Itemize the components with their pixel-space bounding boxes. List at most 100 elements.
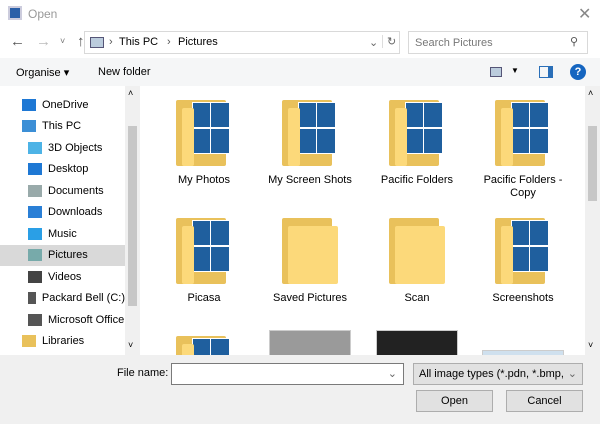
search-placeholder: Search Pictures — [415, 37, 493, 49]
sidebar-item-label: Downloads — [48, 206, 103, 218]
sidebar-item-label: Pictures — [48, 249, 88, 261]
folder-icon — [22, 335, 36, 347]
image-thumbnail — [376, 330, 458, 355]
folder-item[interactable]: Screenshots — [471, 212, 575, 305]
folder-item[interactable]: Picasa — [152, 212, 256, 305]
music-icon — [28, 227, 42, 240]
scrollbar-thumb[interactable] — [128, 126, 137, 306]
item-label: My Screen Shots — [268, 174, 352, 186]
address-bar[interactable]: › This PC › Pictures ⌄ ↻ — [84, 31, 400, 54]
navigation-pane: OneDrive This PC 3D Objects Desktop Document… — [0, 86, 140, 355]
folder-item[interactable]: Scan — [365, 212, 469, 305]
desktop-icon — [28, 163, 42, 175]
sidebar-item[interactable]: Pictures — [0, 244, 125, 266]
file-list: My Photos My Screen Shots Pacific Folders P… — [140, 86, 585, 355]
cloud-icon — [22, 98, 36, 111]
sidebar-scrollbar[interactable]: ˄ ˅ — [125, 86, 140, 355]
search-icon[interactable]: ⚲ — [570, 35, 578, 48]
drive-icon — [28, 292, 36, 304]
back-icon[interactable]: ← — [10, 33, 25, 50]
item-label: Screenshots — [492, 292, 554, 304]
scrollbar-thumb[interactable] — [588, 126, 597, 201]
cancel-button[interactable]: Cancel — [506, 390, 583, 412]
organise-button[interactable]: Organise ▾ — [16, 66, 69, 79]
pictures-icon — [90, 37, 104, 48]
sidebar-item-label: Documents — [48, 184, 104, 197]
file-name-input[interactable]: ⌄ — [171, 363, 404, 385]
folder-item[interactable]: Pacific Folders — [365, 94, 469, 187]
refresh-icon[interactable]: ↻ — [382, 35, 396, 48]
sidebar-item-label: Videos — [48, 270, 82, 283]
folder-icon — [174, 330, 234, 355]
main-scrollbar[interactable]: ˄ ˅ — [585, 86, 600, 355]
chevron-down-icon[interactable]: ⌄ — [388, 367, 397, 380]
sidebar-item[interactable]: 3D Objects — [0, 137, 125, 158]
open-button[interactable]: Open — [416, 390, 493, 412]
file-name-label: File name: — [117, 367, 169, 379]
sidebar-item-label: Libraries — [42, 335, 85, 347]
sidebar-item[interactable]: Packard Bell (C:) — [0, 288, 125, 309]
folder-icon — [387, 94, 447, 166]
folder-item[interactable]: My Photos — [152, 94, 256, 187]
drive-icon — [28, 313, 42, 326]
window-title: Open — [28, 7, 58, 21]
toolbar: Organise ▾ New folder ▼ ? — [0, 58, 600, 86]
scroll-down-icon[interactable]: ˅ — [588, 340, 593, 350]
folder-icon — [387, 212, 447, 284]
sidebar-item[interactable]: Documents — [0, 180, 125, 201]
folder-item[interactable] — [152, 330, 256, 355]
footer: File name: ⌄ All image types (*.pdn, *.b… — [0, 355, 600, 424]
folder-icon — [174, 94, 234, 166]
sidebar-item[interactable]: Music — [0, 223, 125, 244]
item-label: Saved Pictures — [273, 292, 347, 304]
breadcrumb-pictures[interactable]: Pictures — [178, 36, 218, 48]
image-item[interactable] — [258, 330, 362, 355]
sidebar-item[interactable]: This PC — [0, 116, 125, 137]
document-icon — [28, 184, 42, 197]
item-label: Pacific Folders — [380, 174, 454, 186]
videos-icon — [28, 270, 42, 283]
folder-icon — [280, 94, 340, 166]
image-item[interactable] — [365, 330, 469, 355]
sidebar-item[interactable]: OneDrive — [0, 94, 125, 115]
scroll-up-icon[interactable]: ˄ — [588, 88, 593, 98]
image-item[interactable] — [471, 330, 575, 355]
folder-item[interactable]: Saved Pictures — [258, 212, 362, 305]
scroll-down-icon[interactable]: ˅ — [128, 340, 133, 350]
file-type-value: All image types (*.pdn, *.bmp, * — [419, 368, 564, 380]
folder-icon — [493, 212, 553, 284]
help-icon[interactable]: ? — [570, 64, 586, 80]
sidebar-item-label: OneDrive — [42, 98, 89, 111]
search-input[interactable]: Search Pictures ⚲ — [408, 31, 588, 54]
sidebar-item-label: Packard Bell (C:) — [41, 292, 125, 304]
item-label: My Photos — [178, 174, 230, 186]
image-thumbnail — [269, 330, 351, 355]
breadcrumb-separator: › — [109, 36, 113, 48]
folder-item[interactable]: Pacific Folders - Copy — [471, 94, 575, 200]
breadcrumb-this-pc[interactable]: This PC — [119, 36, 158, 48]
computer-icon — [22, 120, 36, 132]
sidebar-item[interactable]: Microsoft Office — [0, 309, 125, 330]
new-folder-button[interactable]: New folder — [98, 66, 151, 78]
sidebar-item-label: 3D Objects — [48, 141, 103, 154]
folder-item[interactable]: My Screen Shots — [258, 94, 362, 187]
download-icon — [28, 206, 42, 218]
app-icon — [8, 6, 22, 20]
item-label: Pacific Folders - Copy — [483, 174, 563, 199]
title-bar: Open ✕ — [0, 0, 600, 28]
sidebar-item[interactable]: Videos — [0, 266, 125, 287]
cube-icon — [28, 141, 42, 154]
sidebar-item-label: This PC — [42, 120, 82, 132]
file-type-select[interactable]: All image types (*.pdn, *.bmp, * ⌄ — [413, 363, 583, 385]
scroll-up-icon[interactable]: ˄ — [128, 88, 133, 98]
view-dropdown-icon[interactable]: ▼ — [511, 66, 519, 75]
preview-pane-icon[interactable] — [539, 66, 553, 78]
recent-chevron-icon[interactable]: ˅ — [60, 36, 65, 46]
view-icon[interactable] — [490, 67, 502, 77]
forward-icon[interactable]: → — [36, 33, 51, 50]
sidebar-item[interactable]: Downloads — [0, 202, 125, 223]
close-icon[interactable]: ✕ — [578, 4, 591, 24]
chevron-down-icon[interactable]: ⌄ — [369, 36, 378, 49]
sidebar-item[interactable]: Desktop — [0, 159, 125, 180]
sidebar-item[interactable]: Libraries — [0, 331, 125, 352]
